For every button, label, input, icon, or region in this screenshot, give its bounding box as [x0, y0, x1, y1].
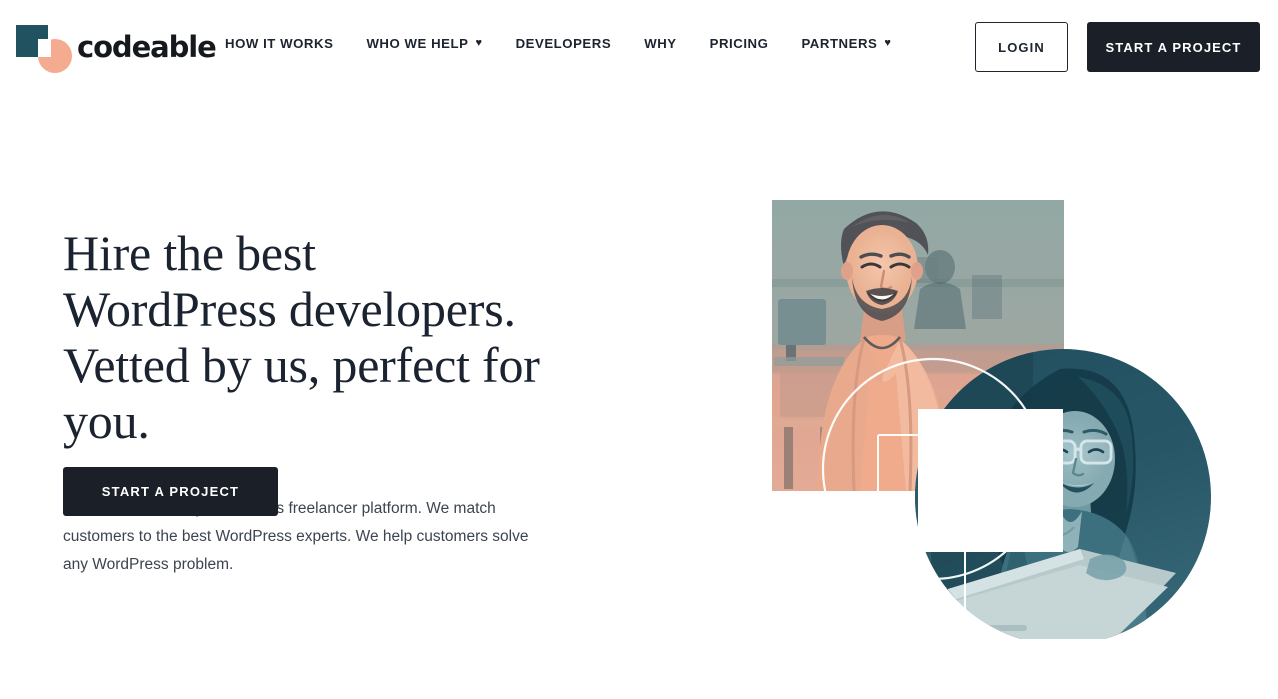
nav-label-why: WHY: [644, 36, 677, 51]
hero-copy: Hire the best WordPress developers. Vett…: [63, 225, 623, 579]
codeable-logo-icon: [16, 22, 72, 73]
hero-title-line-3: Vetted by us, perfect for: [63, 337, 540, 393]
hero-collage-svg: [772, 200, 1211, 639]
start-a-project-button-hero[interactable]: START A PROJECT: [63, 467, 278, 516]
nav-item-why[interactable]: WHY: [644, 36, 676, 51]
header-actions: LOGIN START A PROJECT: [975, 22, 1260, 72]
nav-item-developers[interactable]: DEVELOPERS: [516, 36, 612, 51]
hero-illustration: [760, 159, 1230, 639]
page-title: Hire the best WordPress developers. Vett…: [63, 225, 623, 449]
nav-item-who-we-help[interactable]: WHO WE HELP ♥: [366, 36, 482, 51]
start-a-project-button-header[interactable]: START A PROJECT: [1087, 22, 1260, 72]
hero-title-line-4: you.: [63, 393, 150, 449]
nav-item-how-it-works[interactable]: HOW IT WORKS: [225, 36, 333, 51]
hero-title-line-1: Hire the best: [63, 225, 316, 281]
brand-logo-link[interactable]: codeable: [16, 22, 217, 73]
chevron-down-icon: ♥: [884, 37, 892, 49]
nav-label-pricing: PRICING: [709, 36, 769, 51]
nav-label-developers: DEVELOPERS: [515, 36, 612, 51]
brand-wordmark: codeable: [77, 29, 217, 64]
hero-title-line-2: WordPress developers.: [63, 281, 516, 337]
site-header: codeable HOW IT WORKS WHO WE HELP ♥ DEVE…: [0, 0, 1278, 94]
white-overlay-square: [918, 409, 1063, 552]
logo-notch-shape: [38, 39, 51, 57]
main-navigation: HOW IT WORKS WHO WE HELP ♥ DEVELOPERS WH…: [225, 36, 892, 51]
chevron-down-icon: ♥: [475, 37, 483, 49]
nav-item-pricing[interactable]: PRICING: [710, 36, 769, 51]
nav-label-how-it-works: HOW IT WORKS: [225, 36, 334, 51]
nav-label-partners: PARTNERS: [801, 36, 878, 51]
nav-item-partners[interactable]: PARTNERS ♥: [801, 36, 891, 51]
hero-section: Hire the best WordPress developers. Vett…: [0, 94, 1278, 699]
nav-label-who-we-help: WHO WE HELP: [366, 36, 469, 51]
login-button[interactable]: LOGIN: [975, 22, 1068, 72]
